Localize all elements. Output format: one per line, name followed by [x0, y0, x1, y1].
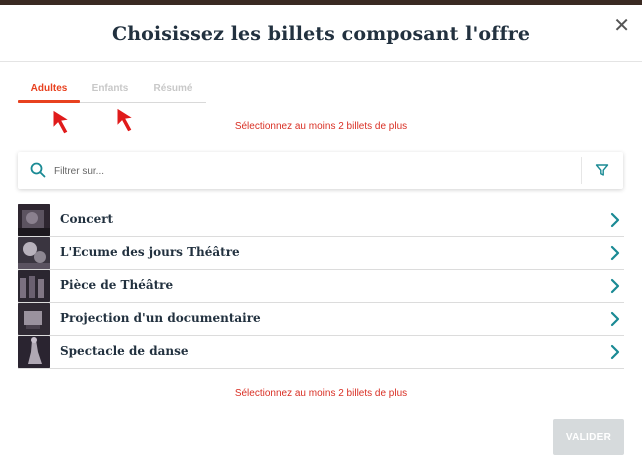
- chevron-right-icon: [610, 311, 620, 327]
- ticket-selection-modal: Choisissez les billets composant l'offre…: [0, 5, 642, 476]
- chevron-right-icon: [610, 344, 620, 360]
- search-icon: [30, 162, 46, 178]
- validate-button[interactable]: VALIDER: [553, 419, 624, 455]
- header-divider: [0, 61, 642, 62]
- ticket-thumbnail: [18, 303, 50, 335]
- ticket-thumbnail: [18, 204, 50, 236]
- modal-title: Choisissez les billets composant l'offre: [111, 23, 531, 45]
- tab-bar: Adultes Enfants Résumé: [18, 82, 206, 103]
- close-icon[interactable]: ✕: [613, 15, 630, 35]
- tab-resume[interactable]: Résumé: [150, 82, 196, 96]
- ticket-thumbnail: [18, 270, 50, 302]
- search-input[interactable]: [52, 160, 576, 182]
- ticket-row[interactable]: L'Ecume des jours Théâtre: [18, 237, 624, 270]
- ticket-label: Concert: [60, 212, 114, 226]
- chevron-right-icon: [610, 212, 620, 228]
- ticket-row[interactable]: Projection d'un documentaire: [18, 303, 624, 336]
- ticket-list: Concert L'Ecume des jours Théâtre Pièce …: [18, 204, 624, 369]
- ticket-row[interactable]: Spectacle de danse: [18, 336, 624, 369]
- ticket-label: L'Ecume des jours Théâtre: [60, 245, 240, 259]
- filter-divider: [581, 157, 582, 184]
- ticket-label: Projection d'un documentaire: [60, 311, 261, 325]
- tab-enfants[interactable]: Enfants: [90, 82, 130, 96]
- ticket-label: Pièce de Théâtre: [60, 278, 174, 292]
- ticket-row[interactable]: Pièce de Théâtre: [18, 270, 624, 303]
- chevron-right-icon: [610, 278, 620, 294]
- ticket-thumbnail: [18, 237, 50, 269]
- ticket-row[interactable]: Concert: [18, 204, 624, 237]
- warning-message-top: Sélectionnez au moins 2 billets de plus: [234, 121, 408, 132]
- search-bar: [18, 152, 623, 189]
- chevron-right-icon: [610, 245, 620, 261]
- warning-message-bottom: Sélectionnez au moins 2 billets de plus: [234, 388, 408, 399]
- filter-icon[interactable]: [595, 163, 609, 177]
- ticket-thumbnail: [18, 336, 50, 368]
- ticket-label: Spectacle de danse: [60, 344, 189, 358]
- active-tab-indicator: [18, 100, 80, 103]
- tab-adultes[interactable]: Adultes: [18, 82, 80, 96]
